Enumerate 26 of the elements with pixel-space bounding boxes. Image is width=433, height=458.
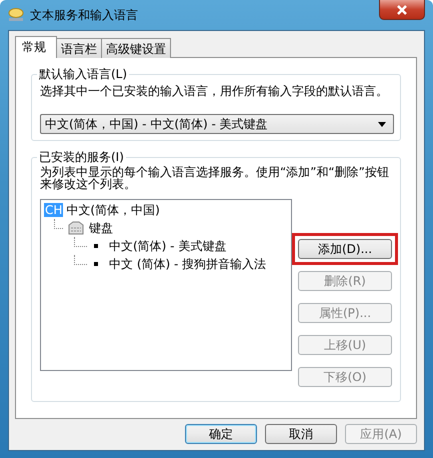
window-title: 文本服务和输入语言 — [30, 6, 138, 24]
language-dropdown[interactable]: 中文(简体，中国) - 中文(简体) - 美式键盘 — [40, 114, 394, 134]
tab[interactable]: 高级键设置 — [101, 38, 171, 58]
services-tree[interactable]: CH 中文(简体，中国) 键盘 中文(简体) - 美式键盘 中文 (简体) - 搜狗拼音输入法 — [40, 199, 292, 371]
tree-item[interactable]: 中文(简体，中国) — [66, 202, 160, 218]
bullet-icon — [94, 262, 98, 266]
close-icon — [396, 4, 408, 14]
tree-item[interactable]: 中文 (简体) - 搜狗拼音输入法 — [109, 256, 266, 272]
bullet-icon — [94, 244, 98, 248]
service-button[interactable]: 添加(D)... — [298, 239, 392, 259]
group-title: 默认输入语言(L) — [38, 66, 128, 83]
description-text: 为列表中显示的每个输入语言选择服务。使用“添加”和“删除”按钮来修改这个列表。 — [40, 166, 390, 190]
close-button[interactable] — [379, 0, 425, 20]
chat-bubble-icon — [8, 8, 24, 22]
dropdown-arrow-icon — [378, 122, 386, 126]
language-badge: CH — [44, 203, 64, 217]
dialog-button[interactable]: 取消 — [265, 424, 337, 444]
dropdown-value: 中文(简体，中国) - 中文(简体) - 美式键盘 — [45, 116, 268, 132]
tree-item[interactable]: 中文(简体) - 美式键盘 — [109, 238, 226, 254]
tree-item[interactable]: 键盘 — [89, 220, 113, 236]
tab[interactable]: 语言栏 — [56, 38, 102, 58]
keyboard-icon — [66, 221, 86, 235]
tab[interactable]: 常规 — [15, 36, 57, 58]
description-text: 选择其中一个已安装的输入语言，用作所有输入字段的默认语言。 — [40, 83, 389, 100]
group-title: 已安装的服务(I) — [38, 149, 125, 166]
dialog-button[interactable]: 确定 — [185, 424, 257, 444]
